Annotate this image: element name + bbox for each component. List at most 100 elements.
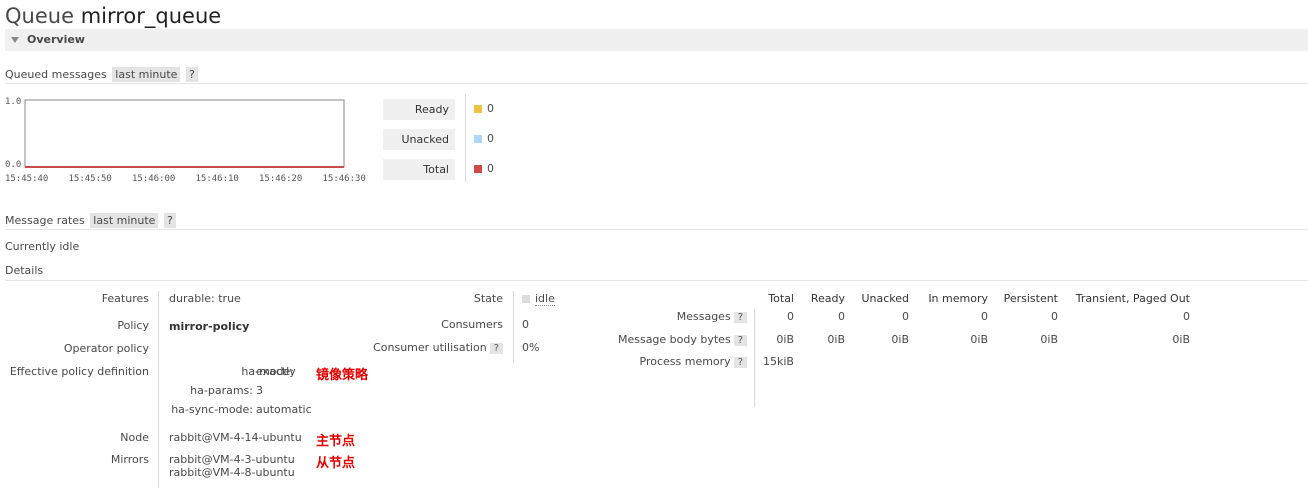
stats-cell-body: 0iB (1040, 333, 1058, 346)
stats-col-header: Transient, Paged Out (1075, 292, 1190, 305)
stats-cell-messages: 0 (981, 310, 988, 323)
body-bytes-label: Message body bytes (617, 333, 731, 346)
queued-messages-label: Queued messages (5, 68, 107, 81)
stats-col-header: Persistent (1003, 292, 1058, 305)
queued-messages-help-button[interactable]: ? (185, 67, 198, 82)
effective-policy-label: Effective policy definition (9, 365, 149, 378)
annotation-policy: 镜像策略 (316, 368, 369, 383)
legend-divider (465, 94, 466, 182)
triangle-down-icon (11, 37, 19, 43)
state-value-text: idle (535, 292, 555, 306)
state-idle-icon (522, 295, 530, 303)
stats-cell-body: 0iB (827, 333, 845, 346)
title-prefix: Queue (5, 4, 74, 28)
body-bytes-label-row: Message body bytes? (560, 333, 747, 346)
stats-divider (754, 309, 755, 407)
mirror-1: rabbit@VM-4-3-ubuntu (169, 453, 295, 466)
consumers-label: Consumers (441, 318, 503, 331)
message-rates-help-button[interactable]: ? (163, 213, 176, 228)
ha-params-value: 3 (256, 384, 263, 397)
ha-mode-value: exactly (256, 365, 296, 378)
features-key: durable: (169, 292, 215, 305)
legend-value-ready: 0 (487, 102, 494, 115)
stats-cell-messages: 0 (1183, 310, 1190, 323)
y-tick-label: 1.0 (5, 97, 21, 107)
features-value: durable: true (169, 292, 241, 305)
x-tick-label: 15:46:10 (196, 174, 239, 184)
messages-label-row: Messages? (560, 310, 747, 323)
stats-col-header: Unacked (861, 292, 909, 305)
node-label: Node (120, 431, 149, 444)
state-value: idle (522, 292, 555, 306)
details-divider (158, 291, 159, 488)
divider (5, 280, 1308, 281)
queue-name: mirror_queue (80, 4, 222, 28)
details-label: Details (5, 264, 44, 277)
features-val: true (218, 292, 241, 305)
stats-cell-messages: 0 (787, 310, 794, 323)
legend-swatch-ready (474, 105, 482, 113)
x-tick-label: 15:46:20 (259, 174, 302, 184)
body-bytes-help-button[interactable]: ? (733, 335, 747, 346)
chart-plot-area (24, 99, 345, 168)
message-rates-label: Message rates (5, 214, 85, 227)
legend-swatch-unacked (474, 135, 482, 143)
annotation-slave: 从节点 (316, 456, 356, 471)
state-label: State (473, 292, 503, 305)
queued-messages-chart: 1.0 0.0 15:45:40 15:45:50 15:46:00 15:46:10 1… (5, 97, 366, 184)
divider (5, 83, 1308, 84)
stats-cell-messages: 0 (902, 310, 909, 323)
process-memory-help-button[interactable]: ? (733, 357, 747, 368)
process-memory-value: 15kiB (763, 355, 794, 368)
y-tick-label: 0.0 (5, 160, 21, 170)
page-title: Queue mirror_queue (5, 4, 221, 28)
mirrors-label: Mirrors (110, 453, 149, 466)
messages-label: Messages (676, 310, 731, 323)
ha-sync-key: ha-sync-mode: (171, 403, 253, 416)
queued-messages-range-button[interactable]: last minute (112, 67, 181, 82)
consumer-util-label: Consumer utilisation (373, 341, 487, 354)
messages-help-button[interactable]: ? (733, 312, 747, 323)
x-tick-label: 15:45:40 (5, 174, 48, 184)
consumers-value: 0 (522, 318, 529, 331)
divider (5, 229, 1308, 230)
legend-label-total: Total (383, 159, 455, 180)
x-tick-label: 15:45:50 (69, 174, 112, 184)
consumer-util-value: 0% (522, 341, 540, 354)
x-tick-label: 15:46:30 (323, 174, 366, 184)
ha-sync-value: automatic (256, 403, 312, 416)
legend-value-total: 0 (487, 162, 494, 175)
message-rates-header: Message rates last minute ? (5, 213, 176, 228)
stats-cell-body: 0iB (1172, 333, 1190, 346)
stats-col-header: Ready (810, 292, 845, 305)
stats-cell-body: 0iB (891, 333, 909, 346)
consumer-util-help-button[interactable]: ? (489, 343, 503, 354)
ha-params-key: ha-params: (190, 384, 253, 397)
stats-col-header: Total (768, 292, 794, 305)
legend-label-ready: Ready (383, 99, 455, 120)
details-mid-divider (513, 291, 514, 363)
policy-label: Policy (117, 319, 149, 332)
x-tick-label: 15:46:00 (132, 174, 175, 184)
features-label: Features (101, 292, 149, 305)
stats-cell-messages: 0 (838, 310, 845, 323)
legend-label-unacked: Unacked (383, 129, 455, 150)
legend-swatch-total (474, 165, 482, 173)
queued-messages-header: Queued messages last minute ? (5, 67, 198, 82)
consumer-util-label-row: Consumer utilisation? (300, 341, 503, 354)
stats-col-header: In memory (928, 292, 988, 305)
node-value: rabbit@VM-4-14-ubuntu (169, 431, 302, 444)
overview-section-toggle[interactable]: Overview (5, 29, 1308, 51)
policy-link[interactable]: mirror-policy (169, 320, 249, 333)
process-memory-label-row: Process memory? (560, 355, 747, 368)
stats-cell-messages: 0 (1051, 310, 1058, 323)
overview-section-label: Overview (27, 33, 85, 46)
message-rates-status: Currently idle (5, 240, 80, 253)
mirror-2: rabbit@VM-4-8-ubuntu (169, 466, 295, 479)
stats-cell-body: 0iB (776, 333, 794, 346)
legend-value-unacked: 0 (487, 132, 494, 145)
process-memory-label: Process memory (639, 355, 731, 368)
stats-cell-body: 0iB (970, 333, 988, 346)
operator-policy-label: Operator policy (63, 342, 149, 355)
message-rates-range-button[interactable]: last minute (90, 213, 159, 228)
